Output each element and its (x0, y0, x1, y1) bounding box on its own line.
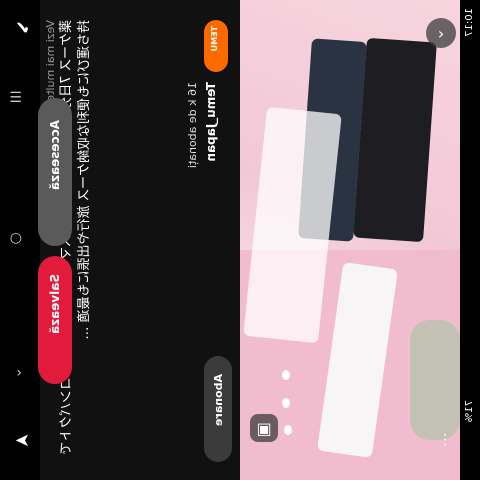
menu-nav-icon[interactable]: ☰ (9, 90, 22, 106)
pin-image[interactable]: ‹ ▣ ⋮ (240, 0, 460, 480)
pin-info-panel: TEMU Temu_Japan 16 k de abonați Abonare … (40, 0, 240, 480)
seller-avatar[interactable]: TEMU (204, 20, 228, 72)
back-nav-icon[interactable]: ‹ (16, 365, 22, 381)
post-caption: 薬ケース 7日分 1日4回 Temuで薬をスマートに管理しよう！コンパクトで持ち… (59, 20, 92, 455)
see-more-link[interactable]: Vezi mai multe (44, 20, 57, 102)
seller-name[interactable]: Temu_Japan (204, 82, 218, 162)
pill (282, 398, 290, 408)
seller-subscribers: 16 k de abonați (186, 82, 199, 169)
save-button[interactable]: Salvează (38, 256, 72, 384)
access-button[interactable]: Accesează (38, 98, 72, 246)
pill (284, 425, 292, 435)
subscribe-button[interactable]: Abonare (204, 356, 232, 462)
home-nav-icon[interactable]: ○ (10, 230, 22, 246)
pill (282, 370, 290, 380)
screen: 10:17 71% ‹ ▣ ⋮ TEMU Temu_Japan 16 k de … (0, 0, 480, 480)
glass (410, 320, 460, 440)
scan-icon[interactable]: ▣ (250, 414, 278, 442)
back-icon[interactable]: ‹ (426, 18, 456, 48)
status-bar: 10:17 71% (460, 0, 480, 480)
pin-icon[interactable]: ✔ (15, 18, 30, 39)
black-pill-box (353, 37, 437, 243)
action-bar: Accesează Salvează ✔ ➤ ☰ ○ ‹ (0, 0, 72, 480)
more-icon[interactable]: ⋮ (438, 432, 452, 448)
mirrored-canvas: 10:17 71% ‹ ▣ ⋮ TEMU Temu_Japan 16 k de … (0, 0, 480, 480)
status-battery: 71% (464, 400, 475, 423)
share-icon[interactable]: ➤ (15, 430, 30, 451)
status-time: 10:17 (464, 8, 475, 37)
